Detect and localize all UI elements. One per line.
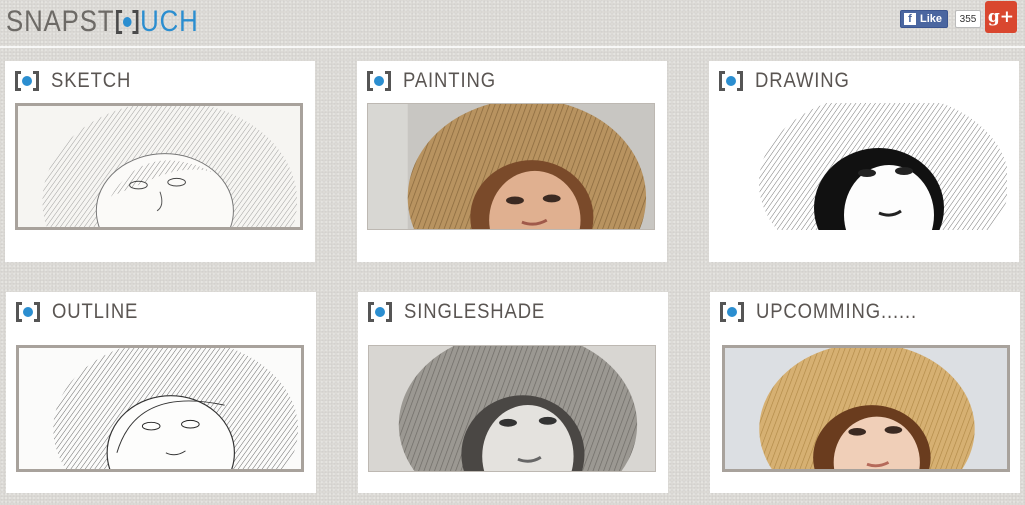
sketch-preview-image[interactable] — [15, 103, 303, 230]
camera-bracket-icon — [16, 302, 40, 322]
camera-bracket-icon — [367, 71, 391, 91]
card-title: SKETCH — [15, 69, 142, 93]
card-title: OUTLINE — [16, 300, 150, 324]
card-singleshade[interactable]: SINGLESHADE — [358, 292, 668, 493]
singleshade-preview-image[interactable] — [368, 345, 656, 472]
facebook-icon: f — [904, 13, 916, 25]
camera-bracket-icon — [720, 302, 744, 322]
camera-bracket-icon — [719, 71, 743, 91]
card-title: DRAWING — [719, 69, 863, 93]
upcomming-preview-image[interactable] — [722, 345, 1010, 472]
site-logo[interactable]: SNAPST UCH — [6, 3, 199, 41]
camera-bracket-icon — [368, 302, 392, 322]
drawing-preview-image[interactable] — [719, 103, 1007, 230]
logo-text-right: UCH — [140, 5, 199, 38]
camera-bracket-icon — [15, 71, 39, 91]
facebook-like-count: 355 — [955, 10, 981, 28]
site-header: SNAPST UCH f Like 355 g+ — [0, 0, 1025, 46]
card-drawing[interactable]: DRAWING — [709, 61, 1019, 262]
google-plus-button[interactable]: g+ — [985, 1, 1017, 33]
card-painting[interactable]: PAINTING — [357, 61, 667, 262]
card-title: SINGLESHADE — [368, 300, 564, 324]
card-outline[interactable]: OUTLINE — [6, 292, 316, 493]
card-title: PAINTING — [367, 69, 509, 93]
painting-preview-image[interactable] — [367, 103, 655, 230]
camera-bracket-icon — [116, 10, 139, 34]
card-sketch[interactable]: SKETCH — [5, 61, 315, 262]
card-upcomming[interactable]: UPCOMMING...... — [710, 292, 1020, 493]
logo-text-left: SNAPST — [6, 5, 115, 38]
outline-preview-image[interactable] — [16, 345, 304, 472]
header-divider — [0, 46, 1025, 48]
card-title: UPCOMMING...... — [720, 300, 939, 324]
facebook-like-label: Like — [920, 13, 943, 25]
facebook-like-button[interactable]: f Like — [900, 10, 948, 28]
